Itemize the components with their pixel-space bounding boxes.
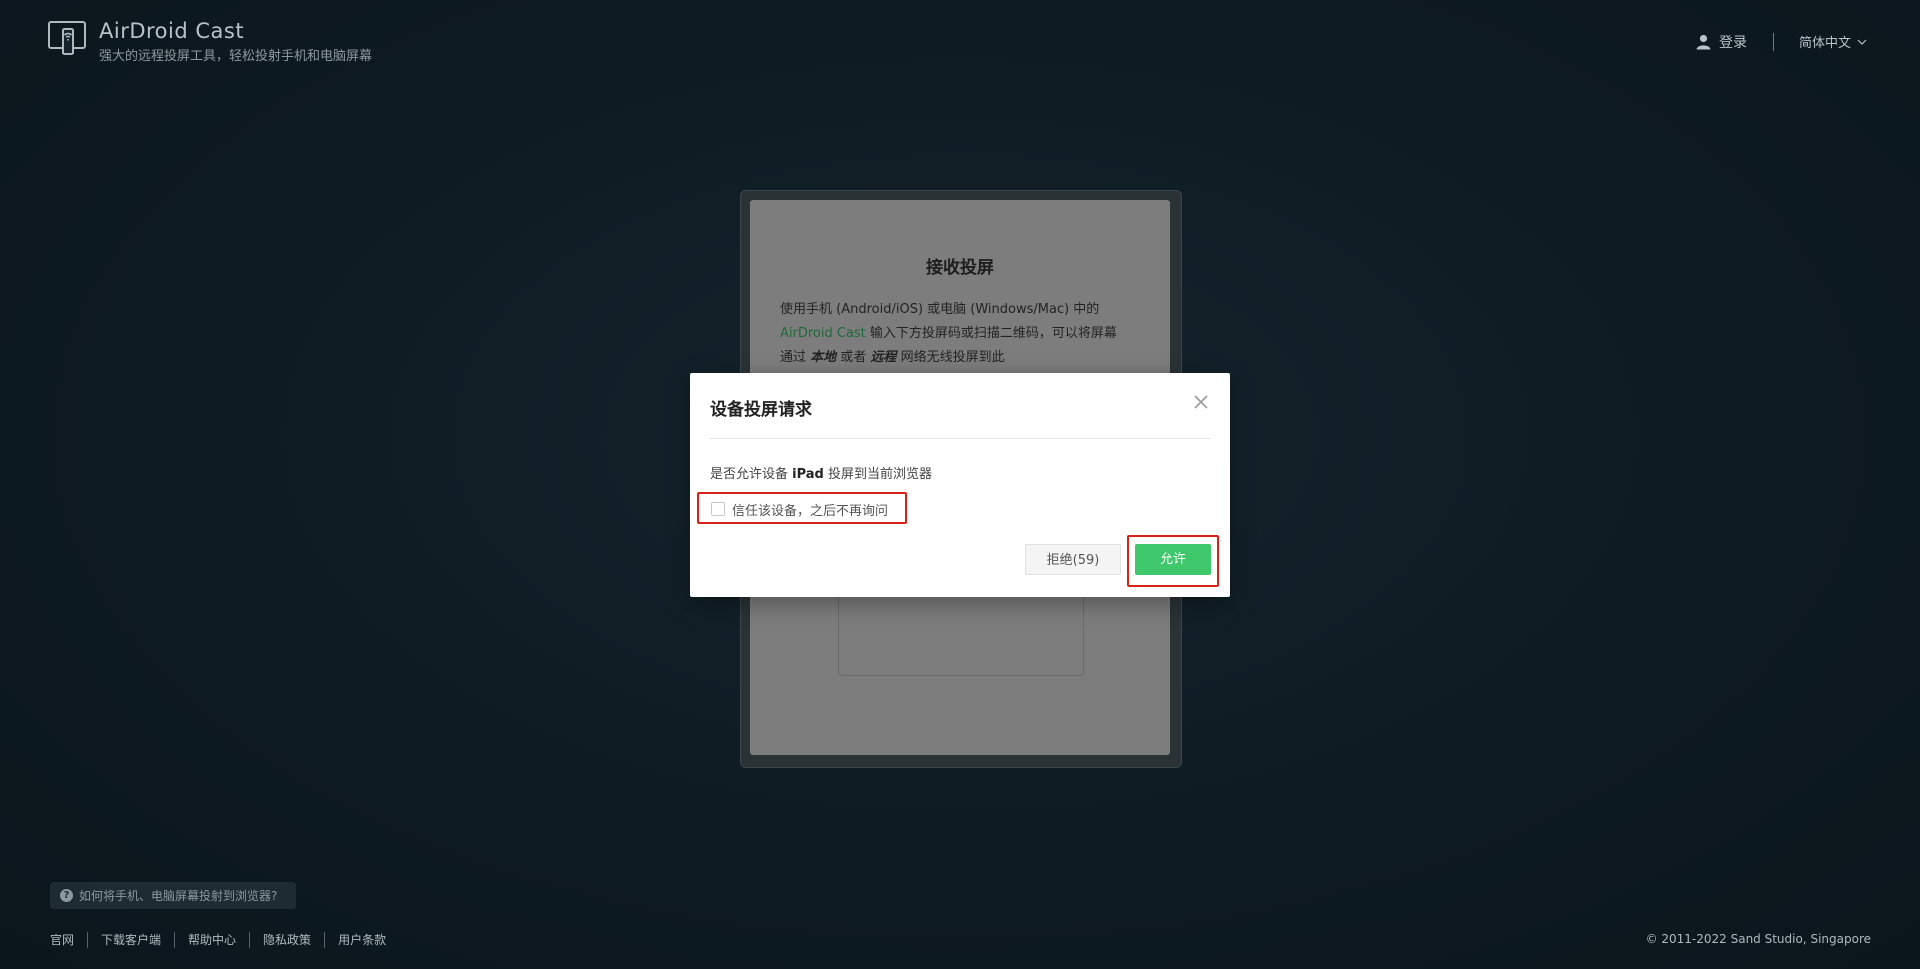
cast-request-dialog: 设备投屏请求 是否允许设备 iPad 投屏到当前浏览器 信任该设备，之后不再询问… (690, 373, 1230, 597)
dialog-message: 是否允许设备 iPad 投屏到当前浏览器 (710, 463, 932, 482)
footer-separator (249, 931, 251, 948)
reject-button[interactable]: 拒绝(59) (1025, 544, 1121, 575)
footer-links: 官网 下载客户端 帮助中心 隐私政策 用户条款 (50, 931, 386, 948)
footer-link-privacy[interactable]: 隐私政策 (263, 931, 311, 948)
copyright: © 2011-2022 Sand Studio, Singapore (1645, 932, 1871, 946)
question-icon: ? (60, 889, 73, 902)
help-link[interactable]: ? 如何将手机、电脑屏幕投射到浏览器? (50, 882, 296, 909)
device-name: iPad (792, 467, 824, 482)
close-icon[interactable] (1190, 391, 1212, 413)
footer-link-help-center[interactable]: 帮助中心 (188, 931, 236, 948)
footer-separator (87, 931, 89, 948)
footer-separator (174, 931, 176, 948)
trust-device-option[interactable]: 信任该设备，之后不再询问 (697, 492, 907, 524)
dialog-title: 设备投屏请求 (710, 400, 812, 420)
allow-button[interactable]: 允许 (1135, 544, 1211, 575)
footer-link-download[interactable]: 下载客户端 (101, 931, 161, 948)
message-suffix: 投屏到当前浏览器 (823, 467, 932, 482)
footer-link-official-site[interactable]: 官网 (50, 931, 74, 948)
trust-device-checkbox[interactable] (711, 502, 725, 516)
footer-separator (324, 931, 326, 948)
trust-device-label[interactable]: 信任该设备，之后不再询问 (732, 500, 888, 519)
message-prefix: 是否允许设备 (710, 467, 793, 482)
help-text: 如何将手机、电脑屏幕投射到浏览器? (79, 889, 278, 903)
dialog-divider (710, 438, 1210, 439)
footer-link-terms[interactable]: 用户条款 (338, 931, 386, 948)
